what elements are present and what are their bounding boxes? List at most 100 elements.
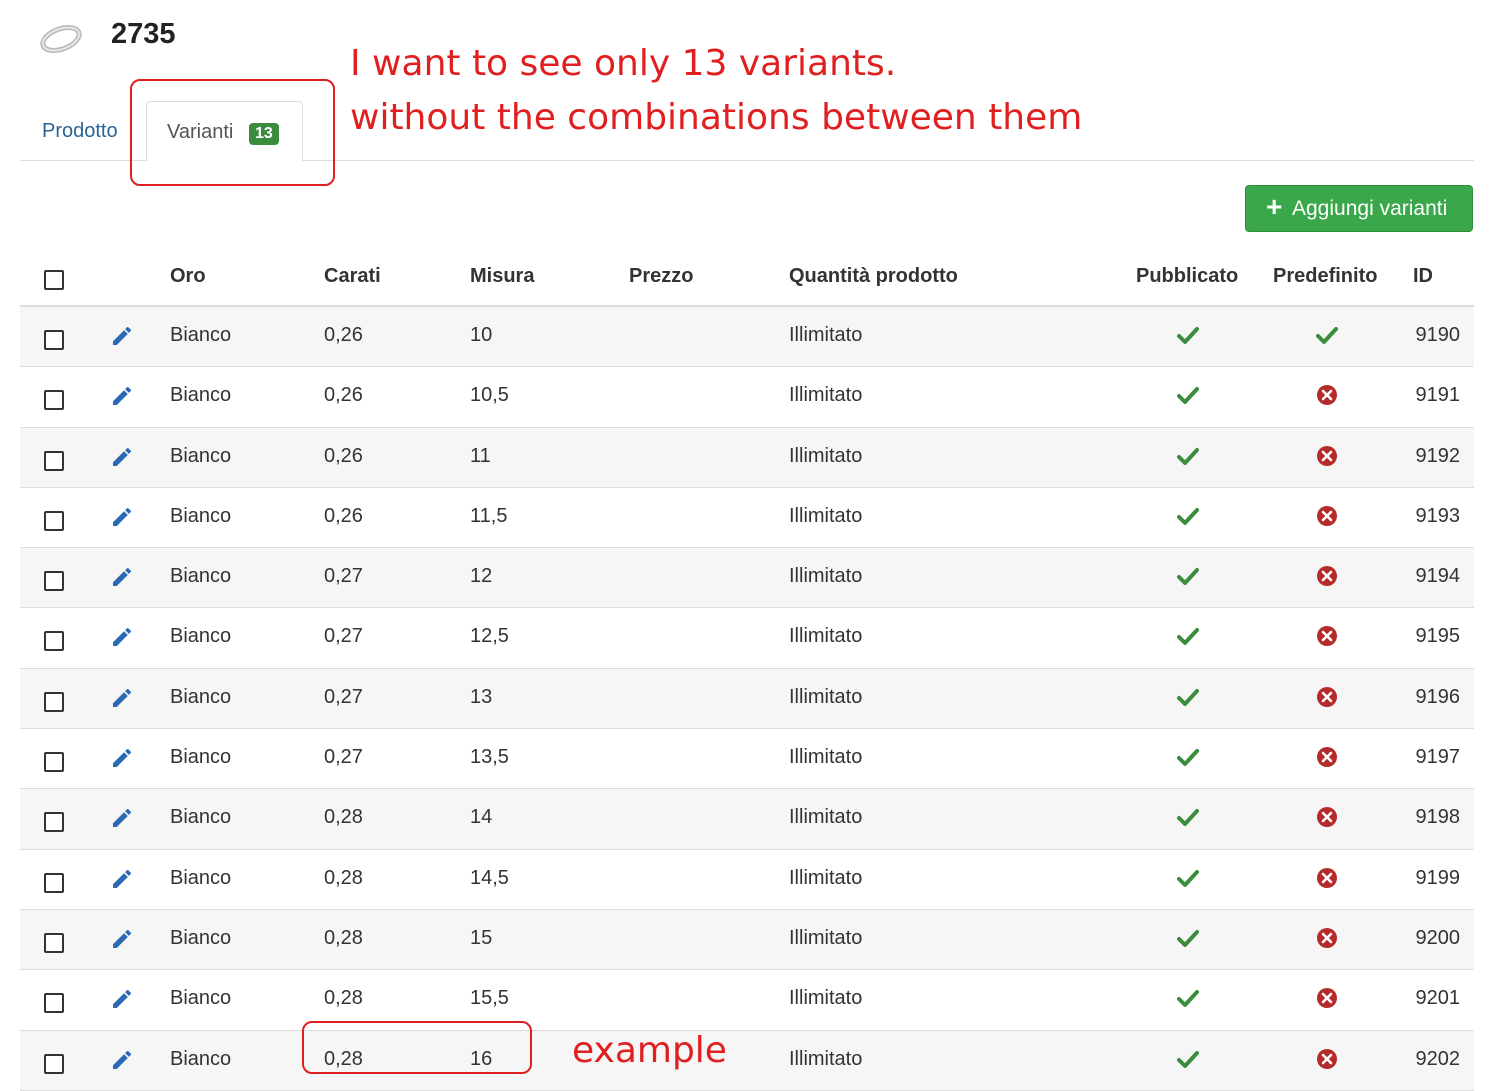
x-circle-icon[interactable] [1316, 686, 1338, 708]
annotation-box-tab [130, 79, 335, 186]
x-circle-icon[interactable] [1316, 746, 1338, 768]
pencil-icon[interactable] [110, 806, 134, 830]
pencil-icon[interactable] [110, 565, 134, 589]
row-checkbox[interactable] [44, 932, 64, 953]
col-header-quantita[interactable]: Quantità prodotto [789, 265, 958, 288]
cell-oro: Bianco [170, 866, 232, 889]
col-header-oro[interactable]: Oro [170, 265, 206, 288]
x-circle-icon[interactable] [1316, 867, 1338, 889]
cell-id: 9196 [1415, 685, 1461, 708]
cell-id: 9198 [1415, 806, 1461, 829]
check-icon[interactable] [1177, 505, 1199, 527]
cell-oro: Bianco [170, 565, 232, 588]
x-circle-icon[interactable] [1316, 505, 1338, 527]
x-circle-icon[interactable] [1316, 565, 1338, 587]
check-icon[interactable] [1177, 746, 1199, 768]
pencil-icon[interactable] [110, 746, 134, 770]
cell-quantita: Illimitato [789, 866, 863, 889]
col-header-predefinito[interactable]: Predefinito [1273, 265, 1377, 288]
row-checkbox[interactable] [44, 1053, 64, 1074]
cell-id: 9191 [1415, 384, 1461, 407]
check-icon[interactable] [1177, 1048, 1199, 1070]
cell-oro: Bianco [170, 1047, 232, 1070]
cell-oro: Bianco [170, 324, 232, 346]
x-circle-icon[interactable] [1316, 927, 1338, 949]
col-header-prezzo[interactable]: Prezzo [629, 265, 693, 288]
pencil-icon[interactable] [110, 625, 134, 649]
row-checkbox[interactable] [44, 993, 64, 1014]
pencil-icon[interactable] [110, 324, 134, 348]
x-circle-icon[interactable] [1316, 384, 1338, 406]
table-row: Bianco 0,26 11,5 Illimitato 9193 [20, 488, 1474, 549]
col-header-misura[interactable]: Misura [470, 265, 534, 288]
check-icon[interactable] [1177, 625, 1199, 647]
cell-misura: 10 [470, 324, 493, 346]
row-checkbox[interactable] [44, 752, 64, 773]
pencil-icon[interactable] [110, 867, 134, 891]
annotation-box-example [302, 1021, 532, 1074]
cell-carati: 0,28 [324, 866, 363, 889]
col-header-pubblicato[interactable]: Pubblicato [1136, 265, 1238, 288]
cell-carati: 0,26 [324, 504, 363, 527]
check-icon[interactable] [1177, 445, 1199, 467]
x-circle-icon[interactable] [1316, 1048, 1338, 1070]
pencil-icon[interactable] [110, 445, 134, 469]
table-row: Bianco 0,27 12,5 Illimitato 9195 [20, 608, 1474, 669]
check-icon[interactable] [1177, 867, 1199, 889]
cell-misura: 13,5 [470, 746, 509, 769]
check-icon[interactable] [1177, 324, 1199, 346]
x-circle-icon[interactable] [1316, 987, 1338, 1009]
check-icon[interactable] [1177, 686, 1199, 708]
tab-prodotto[interactable]: Prodotto [42, 120, 118, 143]
check-icon[interactable] [1177, 384, 1199, 406]
table-row: Bianco 0,28 15,5 Illimitato 9201 [20, 970, 1474, 1031]
col-header-id[interactable]: ID [1413, 265, 1433, 288]
cell-misura: 13 [470, 685, 493, 708]
cell-oro: Bianco [170, 384, 232, 407]
cell-id: 9199 [1415, 866, 1461, 889]
check-icon[interactable] [1177, 987, 1199, 1009]
col-header-carati[interactable]: Carati [324, 265, 381, 288]
cell-oro: Bianco [170, 444, 232, 467]
pencil-icon[interactable] [110, 686, 134, 710]
row-checkbox[interactable] [44, 390, 64, 411]
select-all-checkbox[interactable] [44, 270, 64, 290]
table-row: Bianco 0,28 16 Illimitato 9202 [20, 1030, 1474, 1091]
cell-carati: 0,27 [324, 746, 363, 769]
cell-quantita: Illimitato [789, 926, 863, 949]
add-variants-button[interactable]: + Aggiungi varianti [1245, 185, 1473, 232]
cell-id: 9192 [1415, 444, 1461, 467]
x-circle-icon[interactable] [1316, 806, 1338, 828]
cell-oro: Bianco [170, 685, 232, 708]
pencil-icon[interactable] [110, 1048, 134, 1072]
pencil-icon[interactable] [110, 505, 134, 529]
x-circle-icon[interactable] [1316, 445, 1338, 467]
row-checkbox[interactable] [44, 691, 64, 712]
check-icon[interactable] [1177, 927, 1199, 949]
pencil-icon[interactable] [110, 384, 134, 408]
row-checkbox[interactable] [44, 450, 64, 471]
pencil-icon[interactable] [110, 987, 134, 1011]
table-row: Bianco 0,27 12 Illimitato 9194 [20, 548, 1474, 609]
check-icon[interactable] [1316, 324, 1338, 346]
row-checkbox[interactable] [44, 872, 64, 893]
cell-quantita: Illimitato [789, 444, 863, 467]
check-icon[interactable] [1177, 565, 1199, 587]
cell-oro: Bianco [170, 504, 232, 527]
row-checkbox[interactable] [44, 510, 64, 531]
cell-oro: Bianco [170, 987, 232, 1010]
row-checkbox[interactable] [44, 571, 64, 592]
ring-thumbnail-image [40, 25, 82, 53]
table-row: Bianco 0,27 13,5 Illimitato 9197 [20, 729, 1474, 790]
cell-misura: 14 [470, 806, 493, 829]
table-row: Bianco 0,28 14,5 Illimitato 9199 [20, 850, 1474, 910]
x-circle-icon[interactable] [1316, 625, 1338, 647]
row-checkbox[interactable] [44, 631, 64, 652]
check-icon[interactable] [1177, 806, 1199, 828]
pencil-icon[interactable] [110, 927, 134, 951]
row-checkbox[interactable] [44, 812, 64, 833]
table-row: Bianco 0,28 15 Illimitato 9200 [20, 909, 1474, 971]
cell-id: 9200 [1415, 926, 1461, 949]
annotation-example-label: example [572, 1030, 727, 1071]
row-checkbox[interactable] [44, 330, 64, 350]
